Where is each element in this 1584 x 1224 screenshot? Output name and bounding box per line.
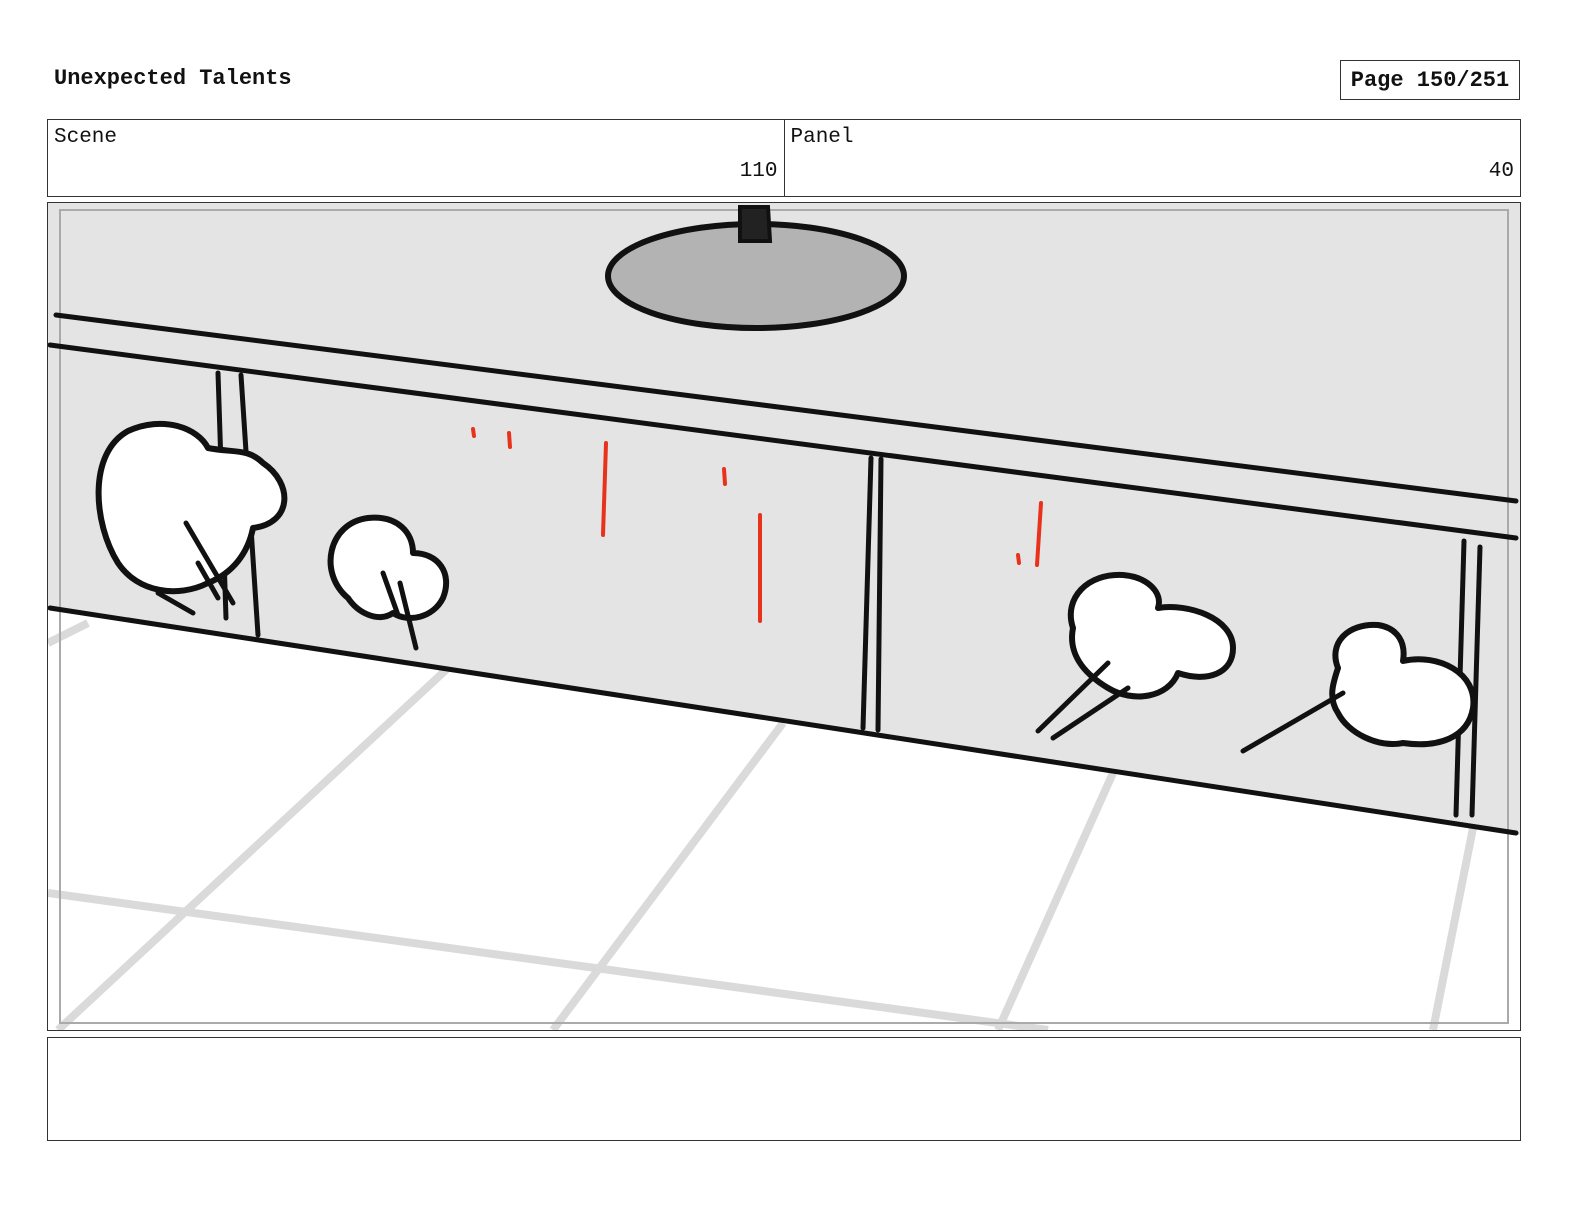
page-indicator: Page 150/251 — [1340, 60, 1520, 100]
panel-number: 40 — [1488, 160, 1514, 183]
scene-panel-info: Scene 110 Panel 40 — [47, 119, 1521, 197]
storyboard-frame — [47, 202, 1521, 1031]
scene-cell: Scene 110 — [48, 120, 784, 196]
faucet — [738, 205, 773, 243]
scene-label: Scene — [54, 126, 118, 149]
panel-cell: Panel 40 — [783, 120, 1521, 196]
panel-notes — [47, 1037, 1521, 1141]
panel-label: Panel — [790, 126, 854, 149]
story-title: Unexpected Talents — [54, 66, 292, 91]
scene-number: 110 — [739, 160, 778, 183]
storyboard-illustration — [48, 203, 1520, 1030]
